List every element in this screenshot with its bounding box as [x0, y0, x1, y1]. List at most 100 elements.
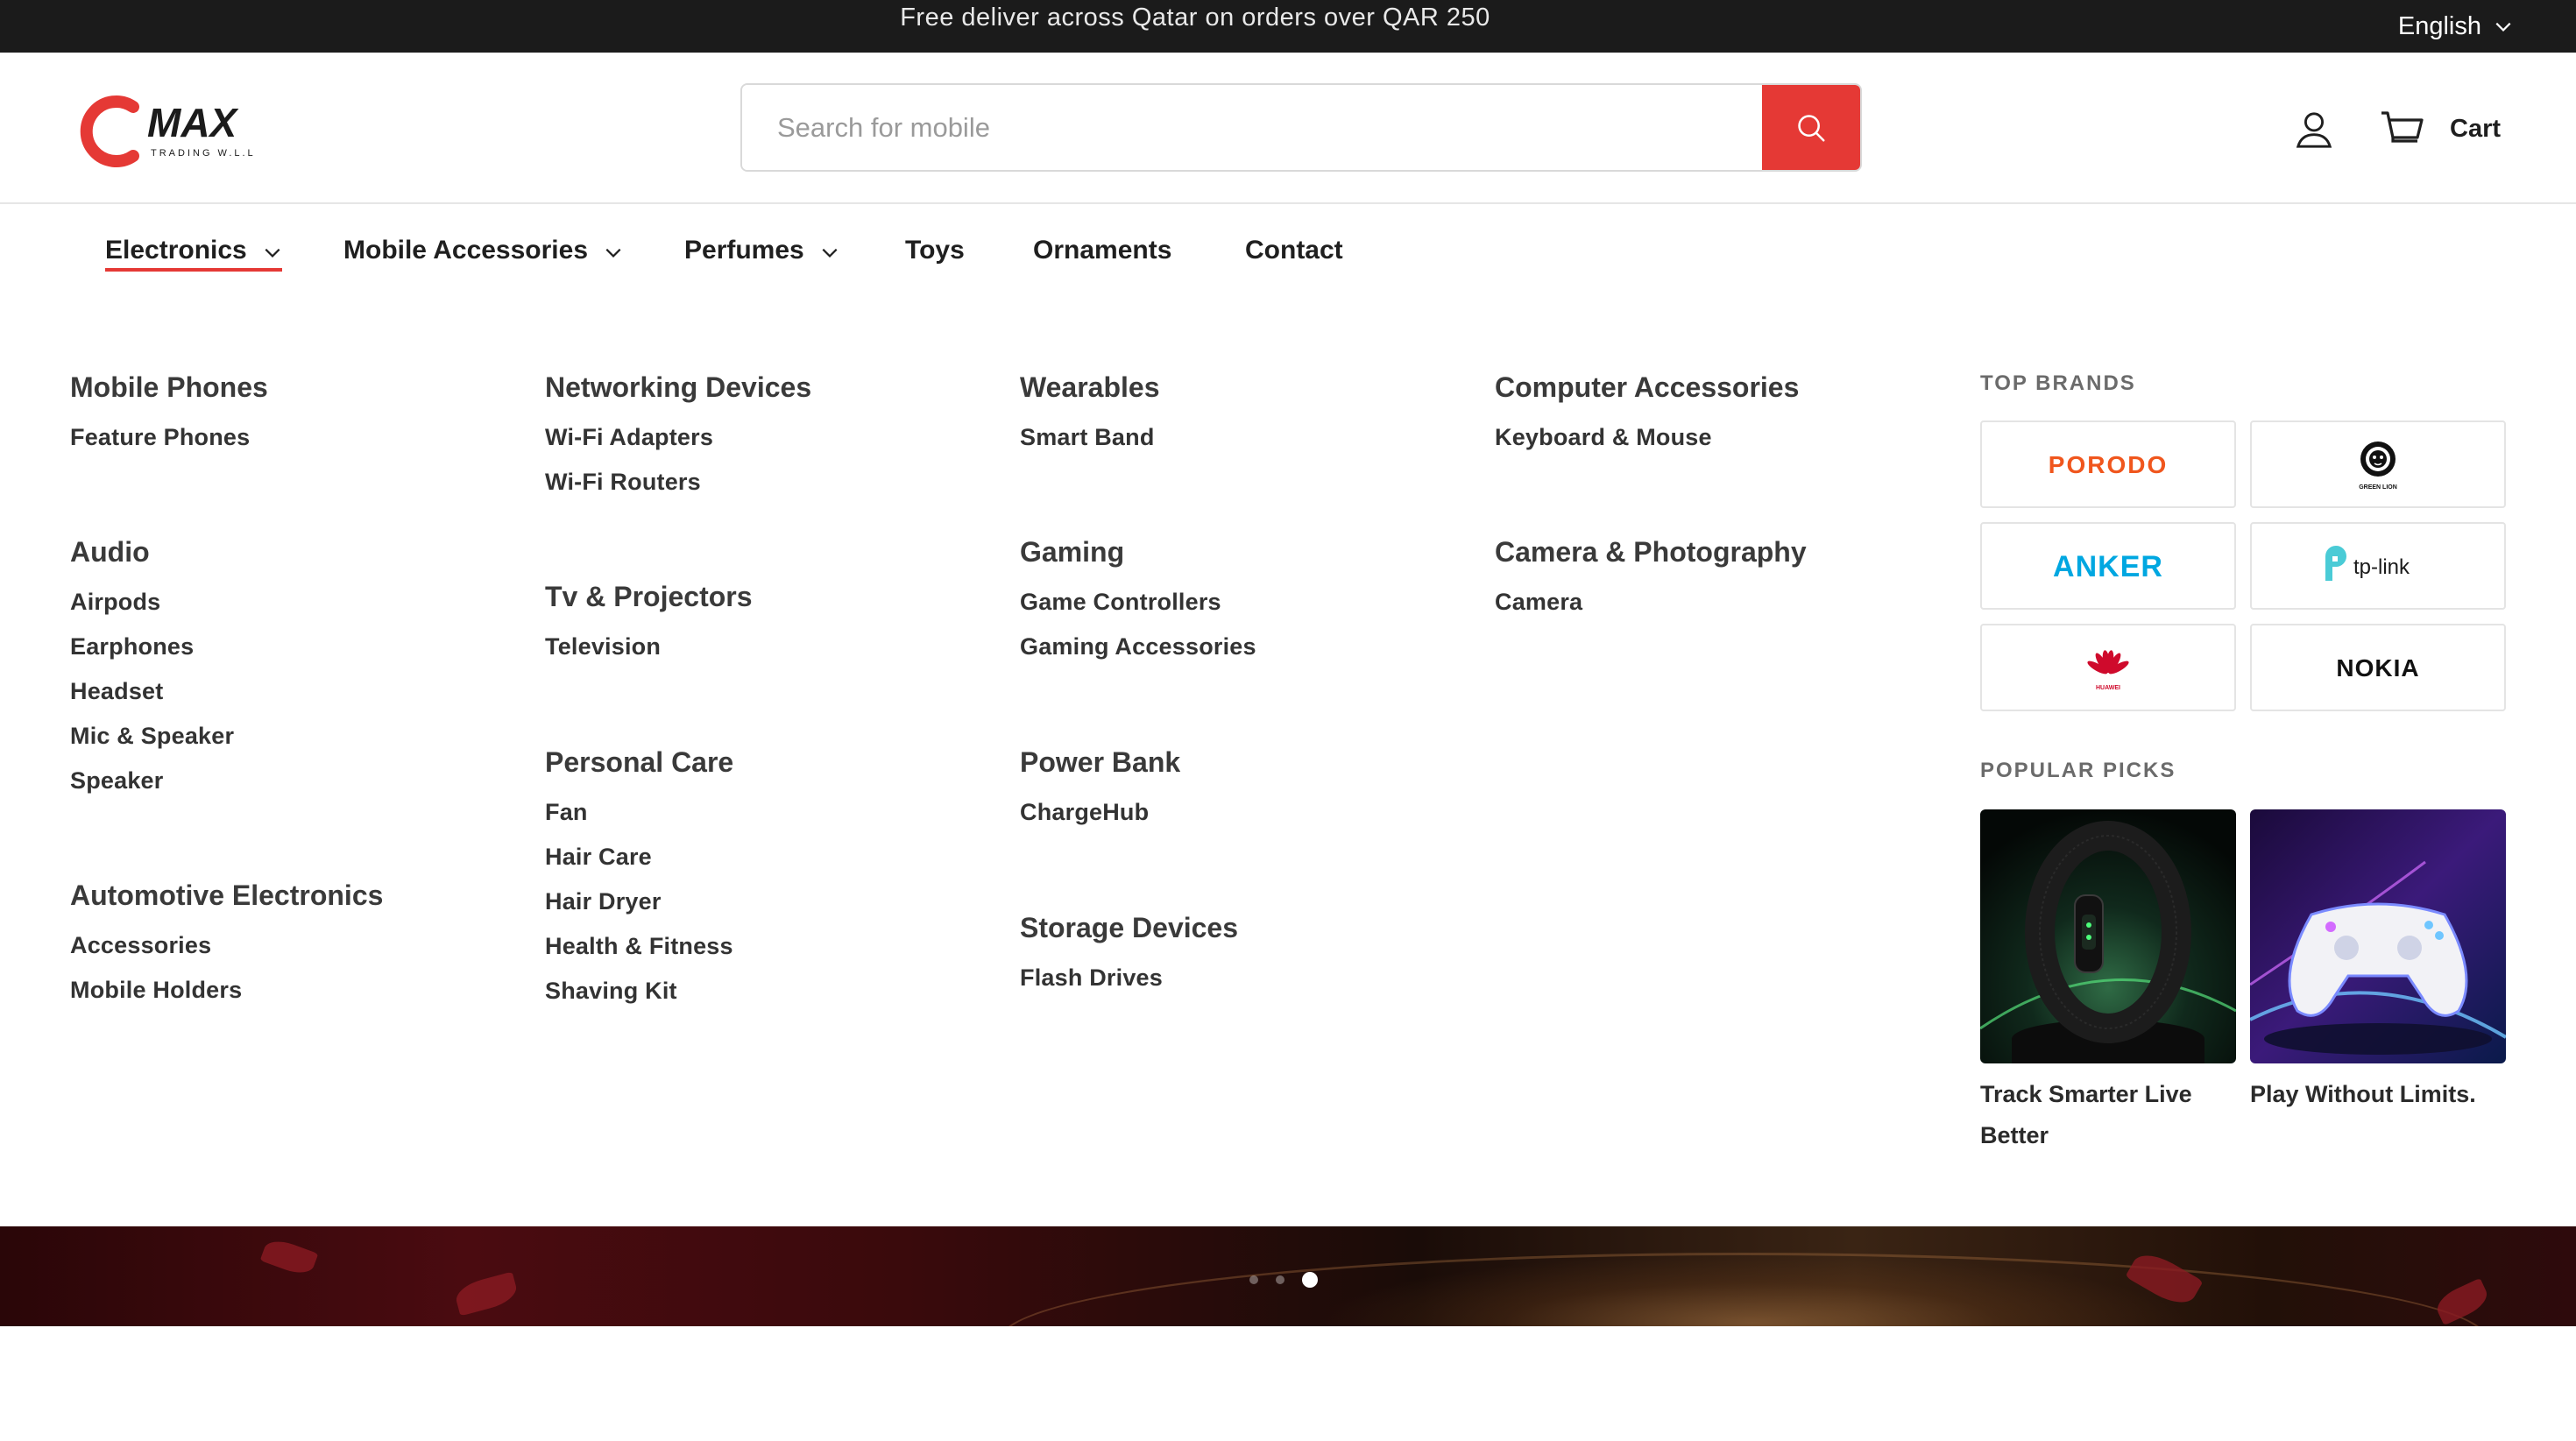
account-icon[interactable] — [2294, 109, 2334, 149]
rose-petal — [452, 1271, 520, 1317]
nav-item-contact[interactable]: Contact — [1245, 204, 1343, 296]
nav-item-electronics[interactable]: Electronics — [105, 204, 282, 296]
nav-item-mobile-accessories[interactable]: Mobile Accessories — [343, 204, 623, 296]
huawei-logo: HUAWEI — [2087, 650, 2129, 691]
brand-name: tp-link — [2353, 555, 2410, 579]
brand-nokia[interactable]: NOKIA — [2250, 624, 2506, 711]
nav-item-perfumes[interactable]: Perfumes — [684, 204, 839, 296]
brand-name: PORODO — [2049, 451, 2168, 478]
menu-group: Wearables Smart Band — [1020, 370, 1160, 460]
search-icon — [1798, 114, 1825, 142]
menu-group-title[interactable]: Computer Accessories — [1495, 370, 1799, 405]
cart-button[interactable]: Cart — [2380, 105, 2501, 152]
fitness-band-image — [1980, 809, 2236, 1063]
menu-link[interactable]: Mobile Holders — [70, 968, 383, 1013]
search-input[interactable] — [742, 85, 1762, 170]
menu-link[interactable]: ChargeHub — [1020, 790, 1180, 835]
site-header: MAX TRADING W.L.L Cart — [0, 53, 2576, 204]
menu-link[interactable]: Television — [545, 625, 753, 669]
chevron-down-icon — [605, 248, 621, 258]
menu-group-title[interactable]: Personal Care — [545, 745, 733, 780]
menu-link[interactable]: Hair Care — [545, 835, 733, 879]
menu-group-title[interactable]: Camera & Photography — [1495, 534, 1807, 569]
logo-tagline: TRADING W.L.L — [151, 148, 256, 159]
menu-link[interactable]: Wi-Fi Adapters — [545, 415, 811, 460]
nav-item-label: Mobile Accessories — [343, 235, 589, 265]
brand-tp-link[interactable]: tp-link — [2250, 522, 2506, 610]
search-button[interactable] — [1762, 85, 1860, 170]
top-brands-heading: TOP BRANDS — [1980, 371, 2136, 395]
chevron-down-icon — [822, 248, 838, 258]
carousel-dot-active[interactable] — [1302, 1272, 1318, 1288]
language-label: English — [2397, 11, 2481, 40]
menu-group-title[interactable]: Tv & Projectors — [545, 579, 753, 614]
chevron-down-icon — [265, 248, 280, 258]
menu-group: Mobile Phones Feature Phones — [70, 370, 268, 460]
menu-group: Audio Airpods Earphones Headset Mic & Sp… — [70, 534, 234, 803]
green-lion-logo: GREEN LION — [2359, 441, 2397, 491]
menu-group-title[interactable]: Storage Devices — [1020, 910, 1238, 945]
menu-group-title[interactable]: Audio — [70, 534, 234, 569]
pick-caption: Track Smarter Live Better — [1980, 1081, 2192, 1148]
menu-link[interactable]: Accessories — [70, 923, 383, 968]
menu-group-title[interactable]: Automotive Electronics — [70, 878, 383, 913]
anker-logo: ANKER — [2053, 550, 2162, 583]
nav-item-ornaments[interactable]: Ornaments — [1033, 204, 1171, 296]
carousel-dots — [1249, 1272, 1318, 1288]
menu-group-title[interactable]: Power Bank — [1020, 745, 1180, 780]
menu-group-title[interactable]: Gaming — [1020, 534, 1256, 569]
menu-group: Camera & Photography Camera — [1495, 534, 1807, 625]
menu-link[interactable]: Flash Drives — [1020, 956, 1238, 1000]
menu-group-title[interactable]: Wearables — [1020, 370, 1160, 405]
menu-link[interactable]: Fan — [545, 790, 733, 835]
mega-menu: Mobile Phones Feature Phones Audio Airpo… — [0, 296, 2576, 1226]
menu-link[interactable]: Health & Fitness — [545, 924, 733, 969]
cmax-logo[interactable]: MAX TRADING W.L.L — [79, 91, 280, 172]
menu-link[interactable]: Mic & Speaker — [70, 714, 234, 759]
pick-caption: Play Without Limits. — [2250, 1081, 2476, 1107]
menu-link[interactable]: Headset — [70, 669, 234, 714]
menu-link[interactable]: Camera — [1495, 580, 1807, 625]
menu-link[interactable]: Keyboard & Mouse — [1495, 415, 1799, 460]
menu-group: Storage Devices Flash Drives — [1020, 910, 1238, 1000]
popular-pick-card[interactable]: Track Smarter Live Better — [1980, 809, 2236, 1156]
menu-group: Gaming Game Controllers Gaming Accessori… — [1020, 534, 1256, 669]
menu-link[interactable]: Hair Dryer — [545, 879, 733, 924]
brand-porodo[interactable]: PORODO — [1980, 420, 2236, 508]
nav-item-toys[interactable]: Toys — [905, 204, 965, 296]
menu-link[interactable]: Speaker — [70, 759, 234, 803]
nav-item-label: Contact — [1245, 235, 1343, 265]
nav-item-label: Ornaments — [1033, 235, 1172, 265]
nav-item-label: Toys — [905, 235, 965, 265]
popular-pick-card[interactable]: Play Without Limits. — [2250, 809, 2506, 1115]
brand-green-lion[interactable]: GREEN LION — [2250, 420, 2506, 508]
brand-name: HUAWEI — [2096, 685, 2120, 691]
menu-group: Personal Care Fan Hair Care Hair Dryer H… — [545, 745, 733, 1014]
menu-group: Networking Devices Wi-Fi Adapters Wi-Fi … — [545, 370, 811, 505]
brand-anker[interactable]: ANKER — [1980, 522, 2236, 610]
brand-huawei[interactable]: HUAWEI — [1980, 624, 2236, 711]
menu-group-title[interactable]: Mobile Phones — [70, 370, 268, 405]
language-selector[interactable]: English — [2398, 7, 2513, 46]
menu-link[interactable]: Game Controllers — [1020, 580, 1256, 625]
menu-link[interactable]: Smart Band — [1020, 415, 1160, 460]
menu-link[interactable]: Shaving Kit — [545, 969, 733, 1014]
menu-link[interactable]: Gaming Accessories — [1020, 625, 1256, 669]
carousel-dot[interactable] — [1249, 1275, 1258, 1284]
announcement-bar: Free deliver across Qatar on orders over… — [0, 0, 2576, 53]
brand-name: NOKIA — [2336, 654, 2419, 682]
cart-label: Cart — [2450, 114, 2502, 143]
brand-name: GREEN LION — [2359, 484, 2397, 491]
menu-link[interactable]: Airpods — [70, 580, 234, 625]
porodo-logo: PORODO — [2049, 451, 2168, 478]
nokia-logo: NOKIA — [2336, 654, 2419, 682]
nav-item-label: Perfumes — [684, 235, 804, 265]
menu-link[interactable]: Earphones — [70, 625, 234, 669]
carousel-dot[interactable] — [1276, 1275, 1284, 1284]
menu-link[interactable]: Feature Phones — [70, 415, 268, 460]
popular-picks-heading: POPULAR PICKS — [1980, 759, 2176, 782]
rose-petal — [259, 1235, 319, 1279]
brands-panel: TOP BRANDS PORODO GREEN LION ANKER tp-li… — [1980, 370, 2506, 1148]
menu-link[interactable]: Wi-Fi Routers — [545, 460, 811, 505]
menu-group-title[interactable]: Networking Devices — [545, 370, 811, 405]
